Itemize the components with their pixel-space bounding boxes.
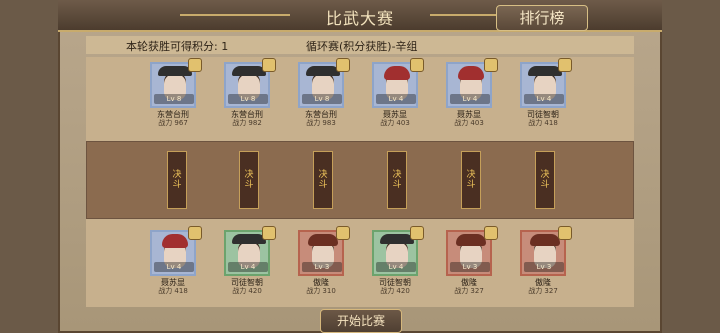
level-badge: Lv 4 bbox=[376, 262, 416, 272]
level-badge: Lv 3 bbox=[302, 262, 342, 272]
power-value: 战力 418 bbox=[528, 119, 558, 127]
hood-icon bbox=[458, 66, 484, 80]
duel-banner-text: 决斗 bbox=[172, 170, 182, 190]
rank-crest-icon bbox=[188, 226, 202, 240]
bottom-card[interactable]: Lv 3 傲隆 战力 310 bbox=[298, 226, 350, 295]
duel-banner-text: 决斗 bbox=[392, 170, 402, 190]
top-card[interactable]: Lv 4 司徒智朝 战力 418 bbox=[520, 58, 572, 127]
bottom-card[interactable]: Lv 3 傲隆 战力 327 bbox=[446, 226, 498, 295]
points-info: 本轮获胜可得积分: 1 bbox=[126, 40, 229, 53]
level-badge: Lv 8 bbox=[228, 94, 268, 104]
hood-icon bbox=[162, 234, 188, 248]
duel-banner-text: 决斗 bbox=[318, 170, 328, 190]
rank-crest-icon bbox=[336, 226, 350, 240]
level-badge: Lv 3 bbox=[524, 262, 564, 272]
top-card[interactable]: Lv 8 东营台刑 战力 983 bbox=[298, 58, 350, 127]
level-badge: Lv 4 bbox=[450, 94, 490, 104]
info-strip: 本轮获胜可得积分: 1 循环赛(积分获胜)-辛组 bbox=[86, 36, 634, 54]
bottom-card[interactable]: Lv 3 傲隆 战力 327 bbox=[520, 226, 572, 295]
power-value: 战力 310 bbox=[306, 287, 336, 295]
rank-crest-icon bbox=[336, 58, 350, 72]
power-value: 战力 420 bbox=[232, 287, 262, 295]
duel-banner: 决斗 bbox=[167, 151, 187, 209]
match-info: 循环赛(积分获胜)-辛组 bbox=[306, 40, 418, 53]
rank-crest-icon bbox=[188, 58, 202, 72]
top-card[interactable]: Lv 4 聂苏显 战力 403 bbox=[372, 58, 424, 127]
power-value: 战力 982 bbox=[232, 119, 262, 127]
rank-crest-icon bbox=[484, 226, 498, 240]
level-badge: Lv 4 bbox=[154, 262, 194, 272]
hat-icon bbox=[232, 66, 266, 76]
level-badge: Lv 4 bbox=[228, 262, 268, 272]
duel-banner: 决斗 bbox=[387, 151, 407, 209]
hat-icon bbox=[380, 234, 414, 244]
duel-banner: 决斗 bbox=[239, 151, 259, 209]
rank-crest-icon bbox=[410, 58, 424, 72]
helmet-icon bbox=[456, 234, 486, 246]
rank-crest-icon bbox=[262, 226, 276, 240]
level-badge: Lv 8 bbox=[302, 94, 342, 104]
duel-banner: 决斗 bbox=[313, 151, 333, 209]
hat-icon bbox=[158, 66, 192, 76]
power-value: 战力 403 bbox=[380, 119, 410, 127]
rank-crest-icon bbox=[410, 226, 424, 240]
leaderboard-button[interactable]: 排行榜 bbox=[496, 5, 588, 31]
top-card[interactable]: Lv 4 聂苏显 战力 403 bbox=[446, 58, 498, 127]
duel-banner-text: 决斗 bbox=[244, 170, 254, 190]
rank-crest-icon bbox=[484, 58, 498, 72]
duel-banner-text: 决斗 bbox=[466, 170, 476, 190]
hat-icon bbox=[306, 66, 340, 76]
power-value: 战力 983 bbox=[306, 119, 336, 127]
rank-crest-icon bbox=[558, 226, 572, 240]
title-ornament-left bbox=[180, 14, 290, 16]
bottom-card[interactable]: Lv 4 司徒智朝 战力 420 bbox=[372, 226, 424, 295]
bottom-card[interactable]: Lv 4 司徒智朝 战力 420 bbox=[224, 226, 276, 295]
duel-banner: 决斗 bbox=[535, 151, 555, 209]
start-match-button[interactable]: 开始比赛 bbox=[320, 309, 402, 333]
rank-crest-icon bbox=[262, 58, 276, 72]
power-value: 战力 967 bbox=[158, 119, 188, 127]
helmet-icon bbox=[530, 234, 560, 246]
power-value: 战力 418 bbox=[158, 287, 188, 295]
page-title: 比武大赛 bbox=[325, 9, 394, 28]
power-value: 战力 420 bbox=[380, 287, 410, 295]
hat-icon bbox=[232, 234, 266, 244]
hat-icon bbox=[528, 66, 562, 76]
power-value: 战力 327 bbox=[454, 287, 484, 295]
top-card[interactable]: Lv 8 东营台刑 战力 982 bbox=[224, 58, 276, 127]
duel-banner: 决斗 bbox=[461, 151, 481, 209]
level-badge: Lv 8 bbox=[154, 94, 194, 104]
top-card[interactable]: Lv 8 东营台刑 战力 967 bbox=[150, 58, 202, 127]
rank-crest-icon bbox=[558, 58, 572, 72]
power-value: 战力 403 bbox=[454, 119, 484, 127]
power-value: 战力 327 bbox=[528, 287, 558, 295]
level-badge: Lv 4 bbox=[524, 94, 564, 104]
bottom-card[interactable]: Lv 4 聂苏显 战力 418 bbox=[150, 226, 202, 295]
level-badge: Lv 4 bbox=[376, 94, 416, 104]
helmet-icon bbox=[308, 234, 338, 246]
duel-banner-text: 决斗 bbox=[540, 170, 550, 190]
hood-icon bbox=[384, 66, 410, 80]
level-badge: Lv 3 bbox=[450, 262, 490, 272]
